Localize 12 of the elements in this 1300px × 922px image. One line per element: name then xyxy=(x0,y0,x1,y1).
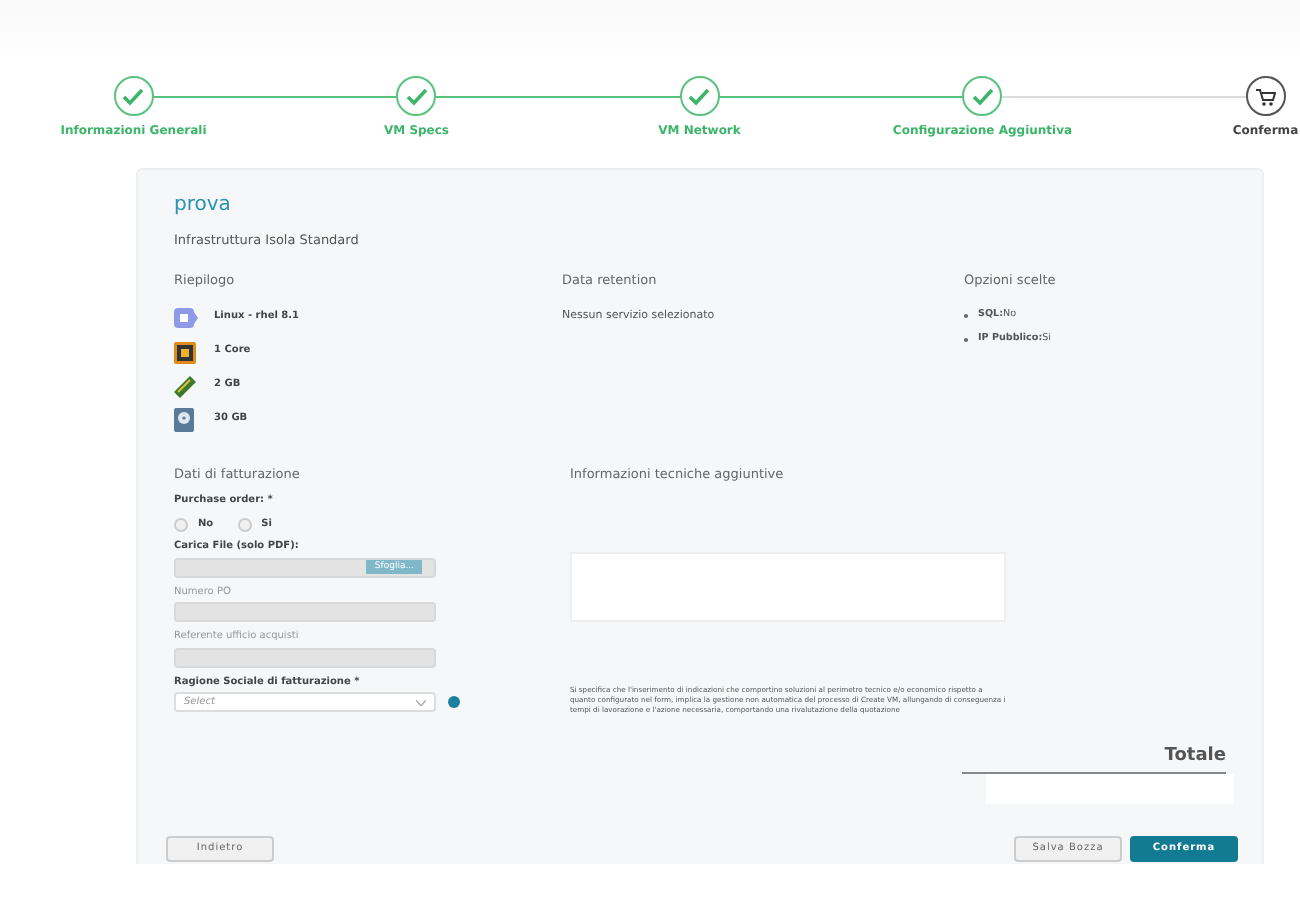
step-check-icon[interactable] xyxy=(962,76,1003,116)
radio-button[interactable] xyxy=(174,518,188,532)
monitor-icon xyxy=(174,308,198,328)
page-title: prova xyxy=(174,192,233,220)
step-check-icon[interactable] xyxy=(679,76,720,116)
chip-icon xyxy=(174,341,198,363)
memory-icon xyxy=(174,375,198,397)
radio-button[interactable] xyxy=(237,518,252,532)
step-check-icon[interactable] xyxy=(113,76,154,116)
caret-icon xyxy=(416,699,426,706)
step-check-icon[interactable] xyxy=(396,76,437,116)
step-cart-icon[interactable] xyxy=(1245,76,1286,116)
